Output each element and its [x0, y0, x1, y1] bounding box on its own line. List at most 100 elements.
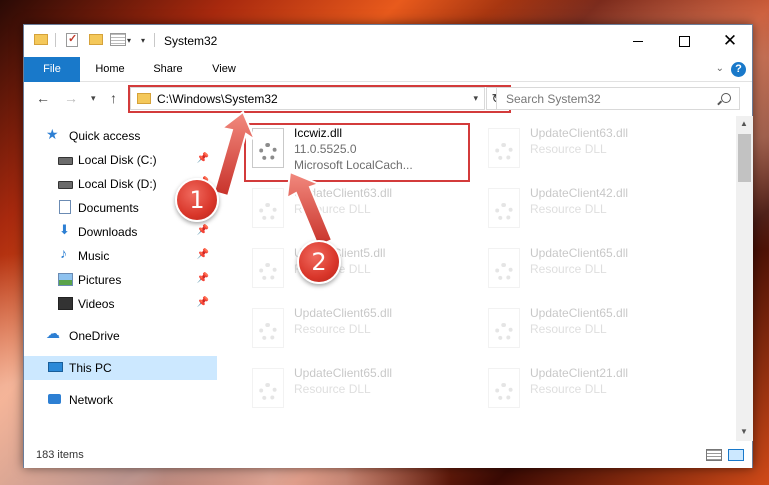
- file-item[interactable]: UpdateClient65.dll Resource DLL: [484, 304, 704, 358]
- ribbon-tabs: File Home Share View ⌄ ?: [24, 57, 752, 82]
- expand-ribbon-icon[interactable]: ⌄: [716, 63, 724, 74]
- sidebar-item-onedrive[interactable]: ☁ OneDrive: [24, 324, 217, 348]
- help-icon[interactable]: ?: [731, 62, 746, 77]
- pin-icon[interactable]: 📌: [197, 225, 209, 236]
- tab-home[interactable]: Home: [88, 57, 132, 82]
- file-name: UpdateClient21.dll: [530, 366, 629, 380]
- separator: [154, 33, 155, 47]
- separator: [55, 33, 56, 47]
- pin-icon[interactable]: 📌: [197, 153, 209, 164]
- gear-icon: [259, 263, 277, 281]
- sidebar-item-label: Videos: [78, 297, 115, 311]
- gear-icon: [495, 323, 513, 341]
- file-item[interactable]: UpdateClient65.dll Resource DLL: [484, 244, 704, 298]
- file-name: UpdateClient65.dll: [294, 366, 393, 380]
- navigation-bar: ← → ▾ ↑ C:\Windows\System32 ▾ ↻ Search S…: [24, 82, 752, 116]
- callout-badge-1: 1: [175, 178, 219, 222]
- file-item[interactable]: UpdateClient65.dll Resource DLL: [248, 304, 468, 358]
- file-item[interactable]: UpdateClient42.dll Resource DLL: [484, 184, 704, 238]
- large-icons-view-icon[interactable]: [728, 449, 744, 461]
- disk-icon: [58, 157, 73, 165]
- gear-icon: [495, 263, 513, 281]
- recent-locations-icon[interactable]: ▾: [91, 93, 96, 104]
- sidebar-item-this-pc[interactable]: This PC: [24, 356, 217, 380]
- sidebar-item-downloads[interactable]: ⬇ Downloads 📌: [24, 220, 217, 244]
- search-placeholder: Search System32: [506, 92, 601, 106]
- file-name: UpdateClient63.dll: [530, 126, 629, 140]
- document-icon: [59, 200, 71, 214]
- sidebar-item-label: Downloads: [78, 225, 138, 239]
- disk-icon: [58, 181, 73, 189]
- maximize-button[interactable]: [661, 25, 707, 57]
- pin-icon[interactable]: 📌: [197, 249, 209, 260]
- sidebar-item-local-disk-c[interactable]: Local Disk (C:) 📌: [24, 148, 217, 172]
- forward-arrow-icon[interactable]: →: [64, 90, 78, 106]
- file-description: Resource DLL: [530, 202, 607, 216]
- back-arrow-icon[interactable]: ←: [36, 90, 50, 106]
- chevron-down-icon[interactable]: ▾: [127, 36, 131, 45]
- sidebar-item-label: OneDrive: [69, 329, 120, 343]
- sidebar-item-label: Pictures: [78, 273, 122, 287]
- file-highlight-box: [244, 123, 470, 182]
- file-name: UpdateClient42.dll: [530, 186, 629, 200]
- sidebar-item-music[interactable]: ♪ Music 📌: [24, 244, 217, 268]
- sidebar-item-label: Quick access: [69, 129, 141, 143]
- sidebar-item-label: Music: [78, 249, 110, 263]
- file-description: Resource DLL: [530, 142, 607, 156]
- scrollbar-thumb[interactable]: [738, 134, 751, 182]
- search-input[interactable]: Search System32: [496, 87, 740, 110]
- close-button[interactable]: ✕: [707, 25, 753, 57]
- title-bar: ▾ ▾ System32 ✕: [24, 25, 752, 57]
- gear-icon: [259, 203, 277, 221]
- minimize-button[interactable]: [615, 25, 661, 57]
- status-bar: 183 items: [24, 442, 752, 468]
- search-icon: [721, 93, 731, 103]
- file-description: Resource DLL: [530, 262, 607, 276]
- file-item[interactable]: UpdateClient21.dll Resource DLL: [484, 364, 704, 418]
- file-item[interactable]: UpdateClient63.dll Resource DLL: [484, 124, 704, 178]
- properties-icon[interactable]: [66, 32, 78, 47]
- dll-file-icon: [252, 368, 284, 408]
- sidebar-item-label: Local Disk (C:): [78, 153, 157, 167]
- dll-file-icon: [488, 248, 520, 288]
- file-item[interactable]: UpdateClient65.dll Resource DLL: [248, 364, 468, 418]
- sidebar-item-videos[interactable]: Videos 📌: [24, 292, 217, 316]
- file-name: UpdateClient65.dll: [294, 306, 393, 320]
- sidebar-item-label: Documents: [78, 201, 139, 215]
- pin-icon[interactable]: 📌: [197, 297, 209, 308]
- dll-file-icon: [252, 308, 284, 348]
- file-description: Resource DLL: [294, 202, 371, 216]
- file-item[interactable]: UpdateClient63.dll Resource DLL: [248, 184, 468, 238]
- scroll-up-icon[interactable]: ▲: [740, 119, 748, 128]
- file-description: Resource DLL: [530, 322, 607, 336]
- gear-icon: [495, 383, 513, 401]
- tab-share[interactable]: Share: [146, 57, 190, 82]
- file-name: UpdateClient63.dll: [294, 186, 393, 200]
- dll-file-icon: [488, 128, 520, 168]
- sidebar-item-network[interactable]: Network: [24, 388, 217, 412]
- gear-icon: [259, 323, 277, 341]
- sidebar-item-quick-access[interactable]: ★ Quick access: [24, 124, 217, 148]
- dll-file-icon: [252, 248, 284, 288]
- pin-icon[interactable]: 📌: [197, 273, 209, 284]
- folder-icon: [34, 34, 48, 45]
- computer-icon: [48, 362, 63, 372]
- callout-badge-2: 2: [297, 240, 341, 284]
- file-description: Resource DLL: [294, 382, 371, 396]
- scroll-down-icon[interactable]: ▼: [740, 427, 748, 436]
- up-arrow-icon[interactable]: ↑: [110, 90, 117, 106]
- sidebar-item-pictures[interactable]: Pictures 📌: [24, 268, 217, 292]
- download-icon: ⬇: [59, 222, 70, 237]
- view-icon[interactable]: [110, 33, 126, 46]
- file-description: Resource DLL: [530, 382, 607, 396]
- new-folder-icon[interactable]: [89, 34, 103, 45]
- vertical-scrollbar[interactable]: ▲ ▼: [736, 116, 753, 441]
- dll-file-icon: [252, 188, 284, 228]
- file-item[interactable]: UpdateClient5.dll Resource DLL: [248, 244, 468, 298]
- tab-file[interactable]: File: [24, 57, 80, 82]
- gear-icon: [495, 203, 513, 221]
- sidebar-item-label: Local Disk (D:): [78, 177, 157, 191]
- customize-qat-icon[interactable]: ▾: [141, 36, 145, 45]
- tab-view[interactable]: View: [202, 57, 246, 82]
- details-view-icon[interactable]: [706, 449, 722, 461]
